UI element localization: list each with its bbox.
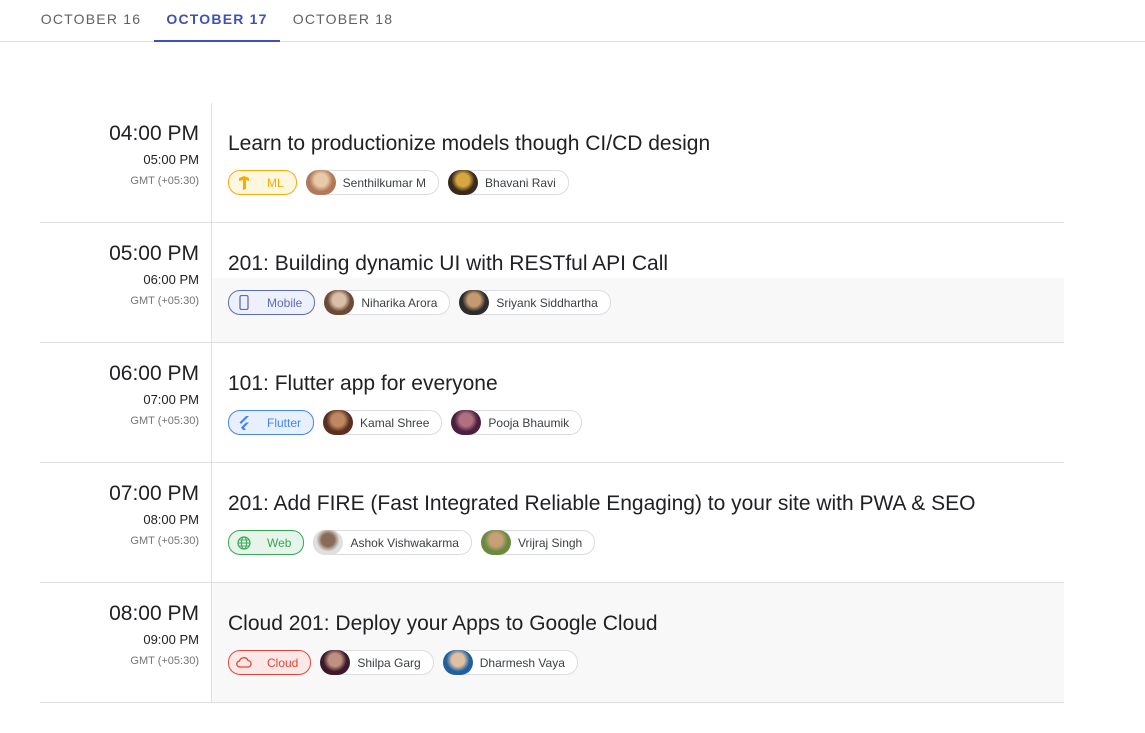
session-title[interactable]: Learn to productionize models though CI/… <box>228 132 710 156</box>
timezone: GMT (+05:30) <box>130 535 199 547</box>
speaker-chip[interactable]: Dharmesh Vaya <box>442 650 578 675</box>
session-content: Learn to productionize models though CI/… <box>228 103 1064 222</box>
avatar <box>442 650 473 675</box>
avatar <box>459 290 490 315</box>
end-time: 09:00 PM <box>143 632 199 647</box>
time-column: 06:00 PM 07:00 PM GMT (+05:30) <box>40 343 212 462</box>
time-column: 08:00 PM 09:00 PM GMT (+05:30) <box>40 583 212 702</box>
speaker-chip[interactable]: Shilpa Garg <box>320 650 434 675</box>
avatar <box>448 170 479 195</box>
speaker-name: Niharika Arora <box>361 295 438 310</box>
track-tag[interactable]: ML <box>228 170 297 195</box>
schedule-list: 04:00 PM 05:00 PM GMT (+05:30) Learn to … <box>40 103 1064 703</box>
speaker-name: Vrijraj Singh <box>517 535 583 550</box>
session-row[interactable]: 05:00 PM 06:00 PM GMT (+05:30) 201: Buil… <box>40 223 1064 343</box>
start-time: 07:00 PM <box>109 482 199 505</box>
track-tag[interactable]: Web <box>228 530 305 555</box>
timezone: GMT (+05:30) <box>130 655 199 667</box>
track-tag-label: Flutter <box>267 415 302 430</box>
speaker-chip[interactable]: Pooja Bhaumik <box>451 410 583 435</box>
end-time: 06:00 PM <box>143 272 199 287</box>
session-chips: Mobile Niharika Arora Sriyank Siddhartha <box>228 290 611 315</box>
track-tag-label: Mobile <box>267 295 303 310</box>
session-chips: Web Ashok Vishwakarma Vrijraj Singh <box>228 530 596 555</box>
end-time: 05:00 PM <box>143 152 199 167</box>
session-row[interactable]: 06:00 PM 07:00 PM GMT (+05:30) 101: Flut… <box>40 343 1064 463</box>
session-title[interactable]: 201: Add FIRE (Fast Integrated Reliable … <box>228 492 975 516</box>
session-chips: Flutter Kamal Shree Pooja Bhaumik <box>228 410 583 435</box>
tensorflow-icon <box>235 174 253 192</box>
session-title[interactable]: 101: Flutter app for everyone <box>228 372 498 396</box>
session-content: 201: Add FIRE (Fast Integrated Reliable … <box>228 463 1064 582</box>
speaker-name: Dharmesh Vaya <box>479 655 565 670</box>
avatar <box>323 410 354 435</box>
session-row[interactable]: 08:00 PM 09:00 PM GMT (+05:30) Cloud 201… <box>40 583 1064 703</box>
speaker-name: Ashok Vishwakarma <box>350 535 459 550</box>
track-tag[interactable]: Mobile <box>228 290 316 315</box>
avatar <box>320 650 351 675</box>
speaker-chip[interactable]: Niharika Arora <box>324 290 451 315</box>
track-tag-label: Cloud <box>267 655 299 670</box>
end-time: 07:00 PM <box>143 392 199 407</box>
start-time: 08:00 PM <box>109 602 199 625</box>
speaker-name: Pooja Bhaumik <box>488 415 570 430</box>
speaker-chip[interactable]: Sriyank Siddhartha <box>459 290 611 315</box>
timezone: GMT (+05:30) <box>130 415 199 427</box>
speaker-name: Shilpa Garg <box>357 655 421 670</box>
tab-october-18[interactable]: OCTOBER 18 <box>284 0 402 42</box>
speaker-name: Sriyank Siddhartha <box>496 295 598 310</box>
speaker-name: Bhavani Ravi <box>485 175 556 190</box>
timezone: GMT (+05:30) <box>130 295 199 307</box>
tab-october-16[interactable]: OCTOBER 16 <box>36 0 146 42</box>
track-tag[interactable]: Flutter <box>228 410 315 435</box>
speaker-chip[interactable]: Vrijraj Singh <box>480 530 596 555</box>
tab-october-17[interactable]: OCTOBER 17 <box>154 0 280 42</box>
session-content: 101: Flutter app for everyone Flutter Ka… <box>228 343 1064 462</box>
track-tag[interactable]: Cloud <box>228 650 312 675</box>
cloud-icon <box>235 654 253 672</box>
start-time: 06:00 PM <box>109 362 199 385</box>
time-column: 05:00 PM 06:00 PM GMT (+05:30) <box>40 223 212 342</box>
session-row[interactable]: 07:00 PM 08:00 PM GMT (+05:30) 201: Add … <box>40 463 1064 583</box>
end-time: 08:00 PM <box>143 512 199 527</box>
timezone: GMT (+05:30) <box>130 175 199 187</box>
session-content: Cloud 201: Deploy your Apps to Google Cl… <box>228 583 1064 702</box>
speaker-chip[interactable]: Kamal Shree <box>323 410 443 435</box>
session-content: 201: Building dynamic UI with RESTful AP… <box>228 223 1064 342</box>
flutter-icon <box>235 414 253 432</box>
avatar <box>451 410 482 435</box>
avatar <box>480 530 511 555</box>
start-time: 05:00 PM <box>109 242 199 265</box>
speaker-chip[interactable]: Bhavani Ravi <box>448 170 569 195</box>
speaker-chip[interactable]: Ashok Vishwakarma <box>313 530 472 555</box>
session-chips: ML Senthilkumar M Bhavani Ravi <box>228 170 569 195</box>
time-column: 07:00 PM 08:00 PM GMT (+05:30) <box>40 463 212 582</box>
session-title[interactable]: 201: Building dynamic UI with RESTful AP… <box>228 252 668 276</box>
session-row[interactable]: 04:00 PM 05:00 PM GMT (+05:30) Learn to … <box>40 103 1064 223</box>
globe-icon <box>235 534 253 552</box>
avatar <box>313 530 344 555</box>
avatar <box>305 170 336 195</box>
speaker-name: Senthilkumar M <box>342 175 427 190</box>
start-time: 04:00 PM <box>109 122 199 145</box>
avatar <box>324 290 355 315</box>
track-tag-label: Web <box>267 535 292 550</box>
track-tag-label: ML <box>267 175 284 190</box>
speaker-name: Kamal Shree <box>360 415 430 430</box>
session-title[interactable]: Cloud 201: Deploy your Apps to Google Cl… <box>228 612 658 636</box>
date-tabs: OCTOBER 16 OCTOBER 17 OCTOBER 18 <box>0 0 1145 42</box>
session-chips: Cloud Shilpa Garg Dharmesh Vaya <box>228 650 578 675</box>
speaker-chip[interactable]: Senthilkumar M <box>305 170 440 195</box>
time-column: 04:00 PM 05:00 PM GMT (+05:30) <box>40 103 212 222</box>
smartphone-icon <box>235 294 253 312</box>
